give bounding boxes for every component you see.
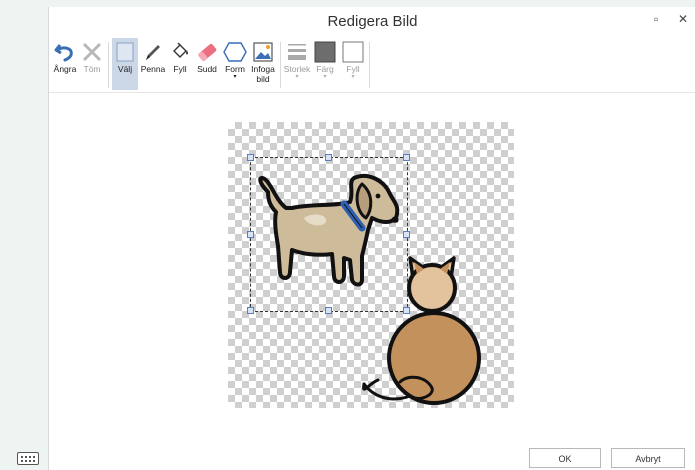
toolbar-divider — [369, 42, 370, 88]
toolbar-divider — [108, 42, 109, 88]
eraser-tool-button[interactable]: Sudd — [194, 38, 220, 90]
selection-box[interactable] — [247, 154, 410, 314]
chevron-down-icon: ▾ — [351, 74, 355, 80]
keyboard-icon[interactable] — [17, 452, 39, 465]
left-sidebar-strip — [0, 0, 48, 470]
toolbar-divider — [280, 42, 281, 88]
eraser-icon — [198, 43, 217, 61]
chevron-down-icon: ▾ — [233, 74, 237, 80]
ok-button[interactable]: OK — [529, 448, 601, 468]
shape-tool-button[interactable]: Form ▾ — [222, 38, 248, 90]
drawing-canvas[interactable] — [228, 122, 514, 408]
chevron-down-icon: ▾ — [323, 74, 327, 80]
clear-icon — [82, 42, 102, 62]
edit-image-dialog: Redigera Bild ▫ ✕ Ångra Töm Välj Penna F… — [48, 7, 695, 470]
fill-swatch-icon — [342, 41, 364, 63]
toolbar-ribbon: Ångra Töm Välj Penna Fyll Sudd Form ▾ In… — [49, 38, 695, 90]
color-dropdown[interactable]: Färg ▾ — [312, 38, 338, 90]
resize-handle-bottom-left[interactable] — [247, 307, 254, 314]
select-label: Välj — [117, 64, 133, 74]
shape-label: Form — [225, 64, 245, 74]
resize-handle-right[interactable] — [403, 231, 410, 238]
insert-image-button[interactable]: Infoga bild — [249, 38, 277, 90]
resize-handle-bottom[interactable] — [325, 307, 332, 314]
eraser-label: Sudd — [197, 64, 217, 74]
color-label: Färg — [316, 64, 334, 74]
pen-icon — [146, 45, 160, 60]
insert-image-label: Infoga — [251, 64, 275, 74]
maximize-button[interactable]: ▫ — [654, 12, 658, 26]
undo-label: Ångra — [53, 64, 77, 74]
insert-image-label-2: bild — [256, 74, 270, 84]
fill-tool-button[interactable]: Fyll — [169, 38, 191, 90]
undo-button[interactable]: Ångra — [51, 38, 79, 90]
resize-handle-top-right[interactable] — [403, 154, 410, 161]
pen-label: Penna — [140, 64, 166, 74]
image-icon — [253, 42, 273, 62]
fill-color-label: Fyll — [346, 64, 360, 74]
close-button[interactable]: ✕ — [678, 12, 688, 26]
chevron-down-icon: ▾ — [295, 74, 299, 80]
clear-button[interactable]: Töm — [80, 38, 104, 90]
size-label: Storlek — [283, 64, 311, 74]
fill-label: Fyll — [173, 64, 187, 74]
line-size-icon — [288, 44, 306, 60]
clear-label: Töm — [83, 64, 101, 74]
fill-color-dropdown[interactable]: Fyll ▾ — [340, 38, 366, 90]
pen-tool-button[interactable]: Penna — [140, 38, 166, 90]
ribbon-separator — [49, 92, 695, 93]
size-dropdown[interactable]: Storlek ▾ — [283, 38, 311, 90]
dialog-title: Redigera Bild — [327, 13, 418, 30]
cancel-button[interactable]: Avbryt — [611, 448, 685, 468]
select-icon — [116, 42, 134, 62]
color-swatch-icon — [314, 41, 336, 63]
resize-handle-top[interactable] — [325, 154, 332, 161]
select-tool-button[interactable]: Välj — [112, 38, 138, 90]
fill-bucket-icon — [173, 42, 188, 58]
resize-handle-top-left[interactable] — [247, 154, 254, 161]
hexagon-icon — [223, 42, 247, 62]
resize-handle-left[interactable] — [247, 231, 254, 238]
resize-handle-bottom-right[interactable] — [403, 307, 410, 314]
undo-icon — [54, 44, 73, 62]
